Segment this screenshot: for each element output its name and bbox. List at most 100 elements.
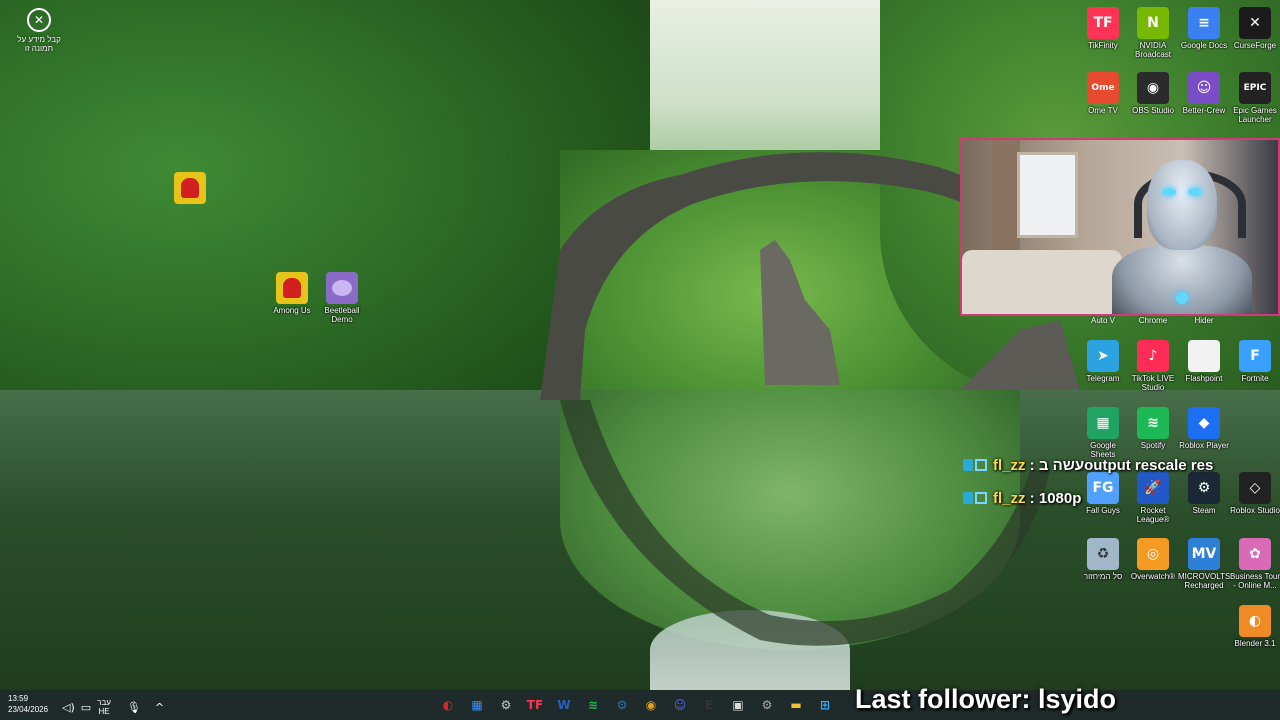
- desktop-icon-ome-tv[interactable]: Ome Ome TV: [1077, 72, 1129, 115]
- among-us-icon: [276, 272, 308, 304]
- spotify-icon: ≋: [1137, 407, 1169, 439]
- desktop-icon-beetleball[interactable]: Beetleball Demo: [316, 272, 368, 324]
- flashpoint-icon: [1188, 340, 1220, 372]
- desktop-icon-rocket-league[interactable]: 🚀 Rocket League®: [1127, 472, 1179, 524]
- chat-badge-icon: [975, 459, 987, 471]
- settings-icon[interactable]: ⚙: [494, 693, 518, 717]
- robot-head: [1147, 160, 1217, 250]
- epic-app-icon[interactable]: E: [697, 693, 721, 717]
- chat-message: fl_zz : 1080p: [963, 490, 1081, 507]
- obs-icon: ◉: [1137, 72, 1169, 104]
- start-grid-icon[interactable]: ▦: [465, 693, 489, 717]
- language-indicator[interactable]: עבר HE: [97, 698, 111, 716]
- overwatch-icon: ◎: [1137, 538, 1169, 570]
- tikfinity-app-icon[interactable]: TF: [523, 693, 547, 717]
- word-icon[interactable]: W: [552, 693, 576, 717]
- ome-tv-icon: Ome: [1087, 72, 1119, 104]
- folder-icon[interactable]: ▬: [784, 693, 808, 717]
- chat-username: fl_zz: [993, 457, 1026, 474]
- discord-icon[interactable]: ☺: [668, 693, 692, 717]
- blender-icon: ◐: [1239, 605, 1271, 637]
- among-us-small-icon: [174, 172, 206, 204]
- system-tray: ◁) ▭ עבר HE 🎙 ^: [62, 698, 164, 716]
- desktop-icon-label: CurseForge: [1233, 41, 1277, 50]
- microvolts-icon: MV: [1188, 538, 1220, 570]
- desktop-icon-tikfinity[interactable]: TF TikFinity: [1077, 7, 1129, 50]
- desktop-icon-label: Ome TV: [1088, 106, 1118, 115]
- taskbar-clock[interactable]: 13:59 23/04/2026: [8, 693, 48, 715]
- google-docs-icon: ≡: [1188, 7, 1220, 39]
- business-tour-icon: ✿: [1239, 538, 1271, 570]
- tiktok-live-icon: ♪: [1137, 340, 1169, 372]
- desktop-icon-label: Steam: [1192, 506, 1216, 515]
- steam-app-icon[interactable]: ⚙: [610, 693, 634, 717]
- desktop-icon-hider-label[interactable]: Hider: [1178, 316, 1230, 325]
- shortcut-label-line1: קבל מידע על: [17, 35, 61, 44]
- desktop-icon-business-tour[interactable]: ✿ Business Tour - Online M...: [1229, 538, 1280, 590]
- desktop-icon-tiktok-live[interactable]: ♪ TikTok LIVE Studio: [1127, 340, 1179, 392]
- spotify-app-icon[interactable]: ≋: [581, 693, 605, 717]
- desktop-icon-label: Roblox Studio: [1230, 506, 1280, 515]
- desktop-icon-fall-guys[interactable]: FG Fall Guys: [1077, 472, 1129, 515]
- desktop-icon-label: Rocket League®: [1136, 506, 1170, 524]
- tiktok-app-icon[interactable]: ◐: [436, 693, 460, 717]
- desktop-icon-obs[interactable]: ◉ OBS Studio: [1127, 72, 1179, 115]
- desktop-icon-microvolts[interactable]: MV MICROVOLTS Recharged: [1178, 538, 1230, 590]
- desktop-icon-auto-v-label[interactable]: Auto V: [1077, 316, 1129, 325]
- desktop-icon-roblox-studio[interactable]: ◇ Roblox Studio: [1229, 472, 1280, 515]
- desktop-icon-chrome-label[interactable]: Chrome: [1127, 316, 1179, 325]
- desktop-icon-label: Beetleball Demo: [324, 306, 360, 324]
- epic-games-icon: EPIC: [1239, 72, 1271, 104]
- cam-curtain: [992, 140, 1020, 250]
- store-icon[interactable]: ▣: [726, 693, 750, 717]
- desktop-icon-label: Roblox Player: [1179, 441, 1229, 450]
- chat-text: : 1080p: [1025, 490, 1082, 507]
- chrome-icon[interactable]: ◉: [639, 693, 663, 717]
- fortnite-icon: F: [1239, 340, 1271, 372]
- desktop-icon-blender[interactable]: ◐ Blender 3.1: [1229, 605, 1280, 648]
- desktop-icon-among-us[interactable]: Among Us: [266, 272, 318, 315]
- desktop-icon-roblox-player[interactable]: ◆ Roblox Player: [1178, 407, 1230, 450]
- learn-about-picture-shortcut[interactable]: ✕ קבל מידע על תמונה זו: [14, 8, 64, 53]
- desktop-icon-label: Fortnite: [1241, 374, 1269, 383]
- tikfinity-icon: TF: [1087, 7, 1119, 39]
- volume-icon[interactable]: ◁): [62, 701, 75, 714]
- gear-icon[interactable]: ⚙: [755, 693, 779, 717]
- roblox-player-icon: ◆: [1188, 407, 1220, 439]
- windows-icon[interactable]: ⊞: [813, 693, 837, 717]
- last-follower-overlay: Last follower: lsyido: [855, 684, 1117, 714]
- microphone-icon[interactable]: 🎙: [127, 701, 141, 714]
- desktop-icon-steam[interactable]: ⚙ Steam: [1178, 472, 1230, 515]
- desktop-icon-recycle-bin[interactable]: ♻ סל המיחזור: [1077, 538, 1129, 581]
- desktop-icon-among-us-small[interactable]: [164, 172, 216, 206]
- desktop-icon-nvidia[interactable]: N NVIDIA Broadcast: [1127, 7, 1179, 59]
- desktop-icon-flashpoint[interactable]: Flashpoint: [1178, 340, 1230, 383]
- desktop-icon-curseforge[interactable]: ✕ CurseForge: [1229, 7, 1280, 50]
- robot-body: [1112, 245, 1252, 314]
- network-icon[interactable]: ▭: [81, 701, 91, 714]
- desktop-icon-google-docs[interactable]: ≡ Google Docs: [1178, 7, 1230, 50]
- desktop-icon-better-crew[interactable]: ☺ Better-Crew: [1178, 72, 1230, 115]
- google-sheets-icon: ▦: [1087, 407, 1119, 439]
- beetleball-icon: [326, 272, 358, 304]
- desktop-icon-spotify[interactable]: ≋ Spotify: [1127, 407, 1179, 450]
- desktop-icon-telegram[interactable]: ➤ Telegram: [1077, 340, 1129, 383]
- desktop-icon-label: MICROVOLTS Recharged: [1178, 572, 1231, 590]
- better-crew-icon: ☺: [1188, 72, 1220, 104]
- recycle-bin-icon: ♻: [1087, 538, 1119, 570]
- curseforge-icon: ✕: [1239, 7, 1271, 39]
- desktop-icon-google-sheets[interactable]: ▦ Google Sheets: [1077, 407, 1129, 459]
- chat-message: fl_zz : עשה בoutput rescale res: [963, 457, 1213, 474]
- desktop-icon-label: Google Docs: [1180, 41, 1228, 50]
- taskbar-apps: ◐ ▦ ⚙ TF W ≋ ⚙ ◉ ☺ E ▣ ⚙ ▬ ⊞: [436, 693, 837, 717]
- chevron-up-icon[interactable]: ^: [155, 701, 164, 714]
- desktop-icon-overwatch[interactable]: ◎ Overwatch®: [1127, 538, 1179, 581]
- roblox-studio-icon: ◇: [1239, 472, 1271, 504]
- wrench-badge-icon: [963, 492, 973, 504]
- fall-guys-icon: FG: [1087, 472, 1119, 504]
- desktop-icon-fortnite[interactable]: F Fortnite: [1229, 340, 1280, 383]
- cam-window: [1017, 152, 1078, 238]
- robot-core-light: [1176, 292, 1188, 304]
- desktop-icon-epic-games[interactable]: EPIC Epic Games Launcher: [1229, 72, 1280, 124]
- webcam-overlay: [960, 138, 1280, 316]
